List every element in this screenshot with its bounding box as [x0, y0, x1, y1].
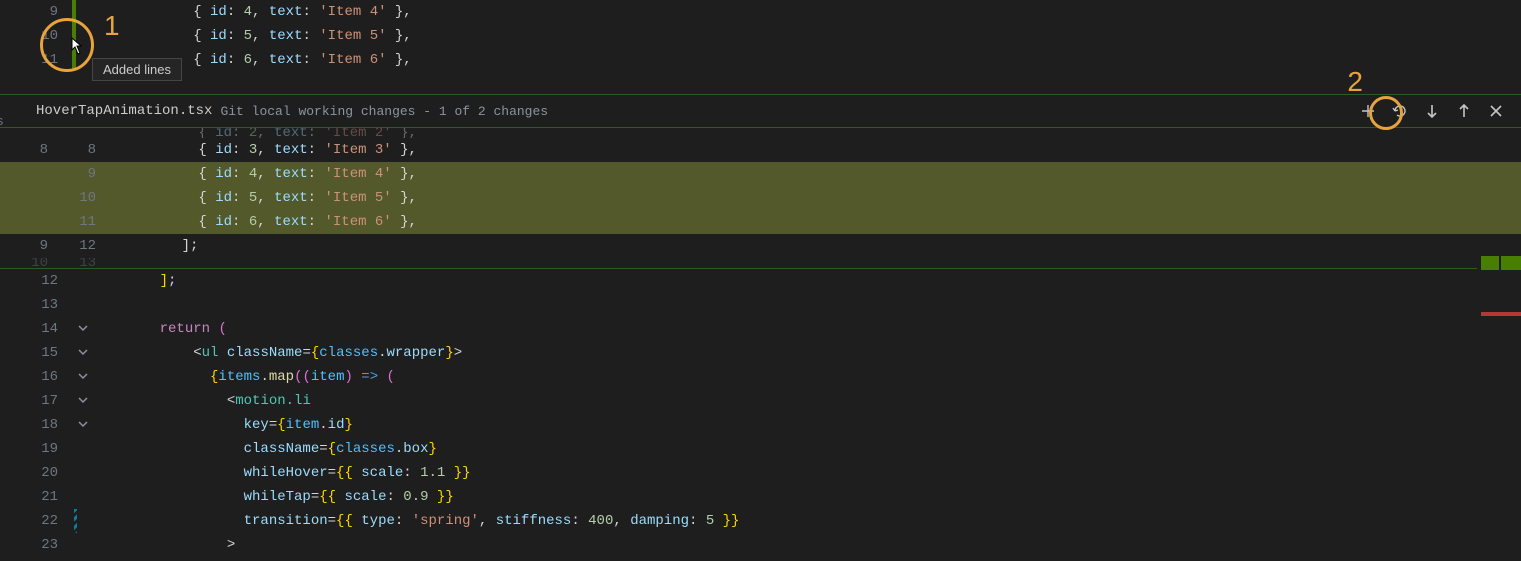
- fold-toggle-icon[interactable]: [70, 389, 96, 413]
- diff-added-line[interactable]: 11 { id: 6, text: 'Item 6' },: [0, 210, 1521, 234]
- diff-peek-header: HoverTapAnimation.tsx Git local working …: [0, 94, 1521, 128]
- line-number[interactable]: 9: [0, 0, 70, 24]
- diff-filename: HoverTapAnimation.tsx: [36, 103, 212, 119]
- diff-old-lineno: 10: [0, 258, 54, 268]
- line-number[interactable]: 20: [0, 461, 70, 485]
- diff-subtitle: Git local working changes - 1 of 2 chang…: [220, 104, 548, 119]
- sidebar-edge-letter: s: [0, 114, 4, 129]
- gutter-added-indicator[interactable]: [72, 0, 76, 70]
- line-number[interactable]: 11: [0, 48, 70, 72]
- diff-new-lineno: 13: [54, 258, 108, 268]
- diff-new-lineno: 9: [54, 162, 108, 186]
- code-line[interactable]: 15 <ul className={classes.wrapper}>: [0, 341, 1521, 365]
- code-line[interactable]: 23 >: [0, 533, 1521, 557]
- editor-top-pane: 8 { id: 3, text: 'Item 3' }, 9 { id: 4, …: [0, 0, 1521, 94]
- line-number[interactable]: 23: [0, 533, 70, 557]
- previous-change-icon[interactable]: [1455, 102, 1473, 120]
- fold-toggle-icon[interactable]: [70, 413, 96, 437]
- next-change-icon[interactable]: [1423, 102, 1441, 120]
- fold-toggle-icon[interactable]: [70, 365, 96, 389]
- close-diff-icon[interactable]: [1487, 102, 1505, 120]
- diff-context-line[interactable]: 912 ];: [0, 234, 1521, 258]
- code-line[interactable]: 19 className={classes.box}: [0, 437, 1521, 461]
- code-line[interactable]: 22 transition={{ type: 'spring', stiffne…: [0, 509, 1521, 533]
- fold-toggle-icon[interactable]: [70, 341, 96, 365]
- diff-context-line[interactable]: 1013: [0, 258, 1521, 268]
- line-number[interactable]: 15: [0, 341, 70, 365]
- line-number[interactable]: 16: [0, 365, 70, 389]
- line-number[interactable]: 14: [0, 317, 70, 341]
- diff-new-lineno: 11: [54, 210, 108, 234]
- gutter-modified-indicator[interactable]: [74, 509, 77, 533]
- diff-old-lineno: 9: [0, 234, 54, 258]
- line-number[interactable]: 17: [0, 389, 70, 413]
- code-line[interactable]: 21 whileTap={{ scale: 0.9 }}: [0, 485, 1521, 509]
- code-line[interactable]: 16 {items.map((item) => (: [0, 365, 1521, 389]
- line-number[interactable]: 19: [0, 437, 70, 461]
- code-line[interactable]: 11 { id: 6, text: 'Item 6' },: [0, 48, 1521, 72]
- code-line[interactable]: 10 { id: 5, text: 'Item 5' },: [0, 24, 1521, 48]
- diff-old-lineno: 8: [0, 138, 54, 162]
- line-number[interactable]: 21: [0, 485, 70, 509]
- code-line[interactable]: 12 ];: [0, 269, 1521, 293]
- stage-change-icon[interactable]: [1359, 102, 1377, 120]
- line-number[interactable]: 10: [0, 24, 70, 48]
- code-line[interactable]: 18 key={item.id}: [0, 413, 1521, 437]
- diff-context-line[interactable]: 88 { id: 3, text: 'Item 3' },: [0, 138, 1521, 162]
- line-number[interactable]: 22: [0, 509, 70, 533]
- line-number[interactable]: 12: [0, 269, 70, 293]
- code-line[interactable]: 20 whileHover={{ scale: 1.1 }}: [0, 461, 1521, 485]
- diff-peek-body: { id: 2, text: 'Item 2' },88 { id: 3, te…: [0, 128, 1521, 269]
- code-line[interactable]: 13: [0, 293, 1521, 317]
- diff-new-lineno: 8: [54, 138, 108, 162]
- line-number[interactable]: 18: [0, 413, 70, 437]
- fold-toggle-icon[interactable]: [70, 317, 96, 341]
- editor-bottom-pane: 12 ];1314 return (15 <ul className={clas…: [0, 269, 1521, 557]
- diff-new-lineno: 10: [54, 186, 108, 210]
- revert-change-icon[interactable]: [1391, 102, 1409, 120]
- code-line[interactable]: 17 <motion.li: [0, 389, 1521, 413]
- diff-added-line[interactable]: 9 { id: 4, text: 'Item 4' },: [0, 162, 1521, 186]
- diff-new-lineno: 12: [54, 234, 108, 258]
- line-number[interactable]: 13: [0, 293, 70, 317]
- diff-toolbar: [1359, 102, 1511, 120]
- code-line[interactable]: 14 return (: [0, 317, 1521, 341]
- diff-added-line[interactable]: 10 { id: 5, text: 'Item 5' },: [0, 186, 1521, 210]
